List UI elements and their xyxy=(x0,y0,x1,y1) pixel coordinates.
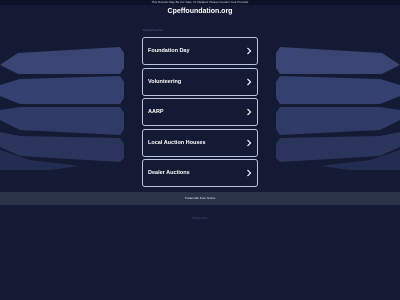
domain-title: Cpeffoundation.org xyxy=(167,8,233,15)
link-foundation-day[interactable]: Foundation Day xyxy=(142,37,258,65)
link-label: Dealer Auctions xyxy=(148,170,190,176)
bottom-band: Trademark Free Notice xyxy=(0,192,400,205)
top-notice: This Domain May Be For Sale. Or Related:… xyxy=(151,0,249,4)
decorative-graphic-right xyxy=(276,47,400,170)
footer-privacy-link[interactable]: Privacy Policy xyxy=(0,217,400,221)
related-searches-label: Related Searches xyxy=(143,29,163,32)
link-label: AARP xyxy=(148,109,164,115)
chevron-right-icon xyxy=(247,78,252,85)
chevron-right-icon xyxy=(247,169,252,177)
link-aarp[interactable]: AARP xyxy=(142,98,258,126)
link-dealer-auctions[interactable]: Dealer Auctions xyxy=(142,159,258,187)
chevron-right-icon xyxy=(247,47,252,55)
chevron-right-icon xyxy=(247,139,252,146)
link-label: Local Auction Houses xyxy=(148,139,206,146)
chevron-right-icon xyxy=(247,108,252,116)
related-links-list: Foundation Day Volunteering AARP Local A… xyxy=(142,37,258,190)
decorative-graphic-left xyxy=(0,47,124,170)
link-volunteering[interactable]: Volunteering xyxy=(142,67,258,96)
link-label: Volunteering xyxy=(148,78,182,85)
trademark-notice[interactable]: Trademark Free Notice xyxy=(0,192,400,205)
link-local-auction-houses[interactable]: Local Auction Houses xyxy=(142,128,258,157)
link-label: Foundation Day xyxy=(148,48,190,54)
